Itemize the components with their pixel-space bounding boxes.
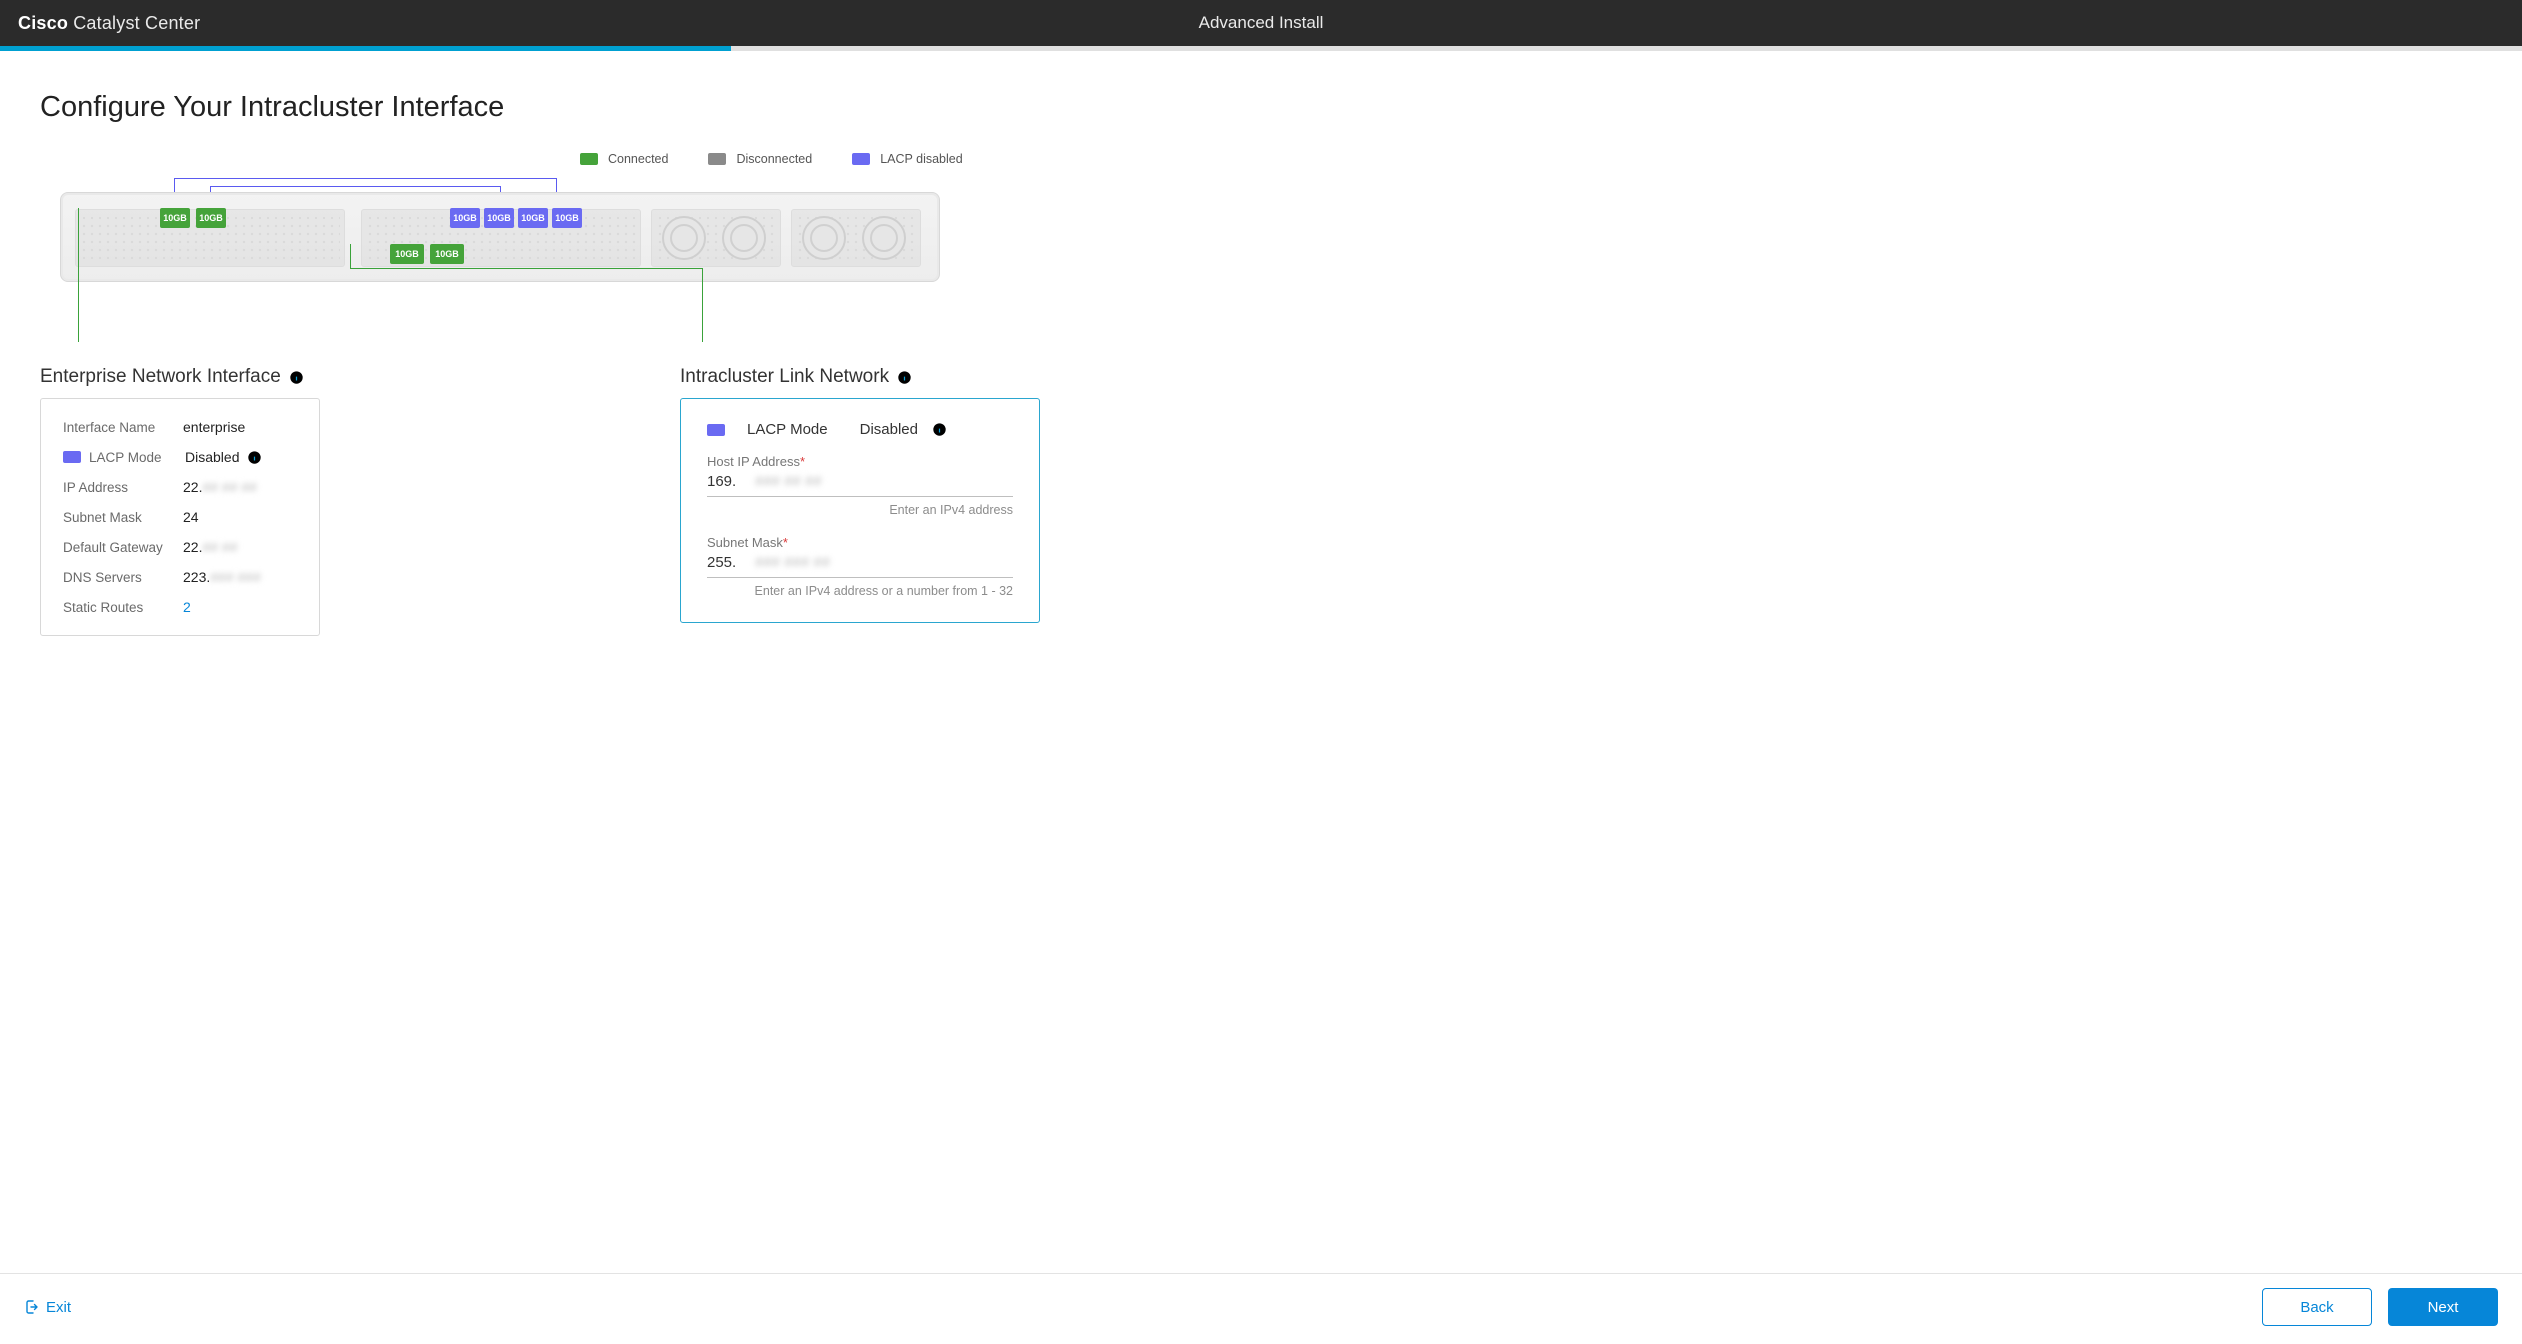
port-10gb[interactable]: 10GB bbox=[160, 208, 190, 228]
host-ip-label: Host IP Address bbox=[707, 454, 800, 469]
lacp-label: LACP Mode bbox=[747, 421, 828, 438]
field-value: Disabled bbox=[185, 449, 239, 465]
swatch-lacp-icon bbox=[852, 153, 870, 165]
host-ip-redacted: ### ## ## bbox=[755, 473, 822, 490]
page-title: Configure Your Intracluster Interface bbox=[40, 91, 2482, 124]
enterprise-title-text: Enterprise Network Interface bbox=[40, 366, 281, 388]
wire-green bbox=[702, 268, 703, 342]
port-10gb[interactable]: 10GB bbox=[196, 208, 226, 228]
dns-prefix: 223. bbox=[183, 569, 210, 585]
legend-lacp-disabled: LACP disabled bbox=[852, 152, 962, 166]
field-label: Subnet Mask bbox=[63, 510, 183, 525]
intracluster-card: LACP Mode Disabled Host IP Address* ### … bbox=[680, 398, 1040, 623]
wizard-footer: Exit Back Next bbox=[0, 1273, 2522, 1344]
subnet-label: Subnet Mask bbox=[707, 535, 783, 550]
header-title: Advanced Install bbox=[1199, 13, 1324, 33]
wire-blue bbox=[174, 178, 556, 179]
exit-button[interactable]: Exit bbox=[24, 1299, 71, 1316]
port-10gb[interactable]: 10GB bbox=[450, 208, 480, 228]
field-label: LACP Mode bbox=[89, 450, 185, 465]
lacp-mode-row: LACP Mode Disabled bbox=[707, 421, 1013, 438]
ip-redacted: ## ## ## bbox=[202, 479, 257, 495]
legend-connected: Connected bbox=[580, 152, 668, 166]
field-value: 22.## ## bbox=[183, 539, 238, 555]
app-header: Cisco Catalyst Center Advanced Install bbox=[0, 0, 2522, 46]
exit-label: Exit bbox=[46, 1299, 71, 1316]
gw-redacted: ## ## bbox=[202, 539, 237, 555]
footer-actions: Back Next bbox=[2262, 1288, 2498, 1326]
lacp-chip-icon bbox=[707, 424, 725, 436]
chassis-slot bbox=[791, 209, 921, 267]
wire-green bbox=[350, 268, 702, 269]
host-ip-helper: Enter an IPv4 address bbox=[707, 503, 1013, 517]
legend-lacp-label: LACP disabled bbox=[880, 152, 962, 166]
info-icon[interactable] bbox=[247, 450, 262, 465]
info-icon[interactable] bbox=[897, 370, 912, 385]
wire-green bbox=[78, 208, 79, 342]
chassis-slot bbox=[651, 209, 781, 267]
port-10gb[interactable]: 10GB bbox=[430, 244, 464, 264]
host-ip-field: Host IP Address* ### ## ## Enter an IPv4… bbox=[707, 454, 1013, 517]
field-label: Default Gateway bbox=[63, 540, 183, 555]
legend-disconnected-label: Disconnected bbox=[736, 152, 812, 166]
wire-green bbox=[350, 244, 351, 268]
intracluster-title-text: Intracluster Link Network bbox=[680, 366, 889, 388]
field-label: Subnet Mask* bbox=[707, 535, 1013, 550]
lacp-chip-icon bbox=[63, 451, 81, 463]
port-10gb[interactable]: 10GB bbox=[552, 208, 582, 228]
exit-icon bbox=[24, 1299, 40, 1315]
dns-redacted: ### ### bbox=[210, 569, 261, 585]
field-value: 24 bbox=[183, 509, 199, 525]
intracluster-title: Intracluster Link Network bbox=[680, 366, 1040, 388]
field-value: 22.## ## ## bbox=[183, 479, 257, 495]
subnet-helper: Enter an IPv4 address or a number from 1… bbox=[707, 584, 1013, 598]
enterprise-card: Interface Name enterprise LACP Mode Disa… bbox=[40, 398, 320, 636]
enterprise-title: Enterprise Network Interface bbox=[40, 366, 320, 388]
back-button[interactable]: Back bbox=[2262, 1288, 2372, 1326]
port-legend: Connected Disconnected LACP disabled bbox=[580, 152, 2482, 166]
info-icon[interactable] bbox=[289, 370, 304, 385]
intracluster-column: Intracluster Link Network LACP Mode Disa… bbox=[680, 366, 1040, 623]
main-content: Configure Your Intracluster Interface Co… bbox=[0, 51, 2522, 1273]
port-10gb[interactable]: 10GB bbox=[484, 208, 514, 228]
static-routes-link[interactable]: 2 bbox=[183, 599, 191, 615]
field-label: Static Routes bbox=[63, 600, 183, 615]
swatch-connected-icon bbox=[580, 153, 598, 165]
gw-prefix: 22. bbox=[183, 539, 202, 555]
host-ip-input[interactable] bbox=[707, 473, 755, 490]
interface-columns: Enterprise Network Interface Interface N… bbox=[40, 366, 2482, 636]
field-value: enterprise bbox=[183, 419, 245, 435]
field-label: DNS Servers bbox=[63, 570, 183, 585]
port-10gb[interactable]: 10GB bbox=[390, 244, 424, 264]
lacp-value: Disabled bbox=[860, 421, 918, 438]
ip-prefix: 22. bbox=[183, 479, 202, 495]
brand-bold: Cisco bbox=[18, 13, 68, 33]
chassis-diagram: 10GB 10GB 10GB 10GB 10GB 10GB 10GB 10GB bbox=[40, 172, 940, 352]
brand-rest: Catalyst Center bbox=[73, 13, 200, 33]
swatch-disconnected-icon bbox=[708, 153, 726, 165]
subnet-field: Subnet Mask* ### ### ## Enter an IPv4 ad… bbox=[707, 535, 1013, 598]
enterprise-column: Enterprise Network Interface Interface N… bbox=[40, 366, 320, 636]
legend-connected-label: Connected bbox=[608, 152, 668, 166]
info-icon[interactable] bbox=[932, 422, 947, 437]
subnet-redacted: ### ### ## bbox=[755, 554, 830, 571]
brand: Cisco Catalyst Center bbox=[18, 13, 200, 34]
wire-blue bbox=[210, 186, 500, 187]
port-10gb[interactable]: 10GB bbox=[518, 208, 548, 228]
field-label: Interface Name bbox=[63, 420, 183, 435]
next-button[interactable]: Next bbox=[2388, 1288, 2498, 1326]
subnet-input[interactable] bbox=[707, 554, 755, 571]
legend-disconnected: Disconnected bbox=[708, 152, 812, 166]
field-label: IP Address bbox=[63, 480, 183, 495]
field-value: 223.### ### bbox=[183, 569, 261, 585]
field-label: Host IP Address* bbox=[707, 454, 1013, 469]
